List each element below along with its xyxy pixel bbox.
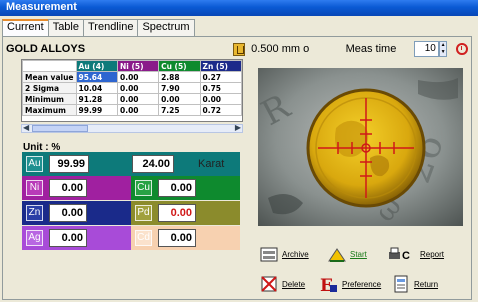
start-label: Start (350, 249, 367, 259)
archive-icon (260, 245, 278, 263)
tab-bar: Current Table Trendline Spectrum (2, 19, 195, 37)
table-cell[interactable]: 0.00 (158, 93, 201, 105)
table-cell[interactable]: 10.04 (75, 82, 119, 94)
printer-icon: C (388, 245, 416, 263)
preference-button[interactable]: E Preference (320, 273, 384, 296)
table-cell[interactable]: 0.00 (117, 71, 160, 83)
tab-trendline[interactable]: Trendline (82, 19, 139, 36)
element-cell-cu: Cu 0.00 (131, 176, 240, 200)
stats-corner (22, 60, 77, 72)
stats-horizontal-scrollbar[interactable]: ◀ ▶ (21, 123, 243, 133)
table-cell[interactable]: 0.00 (117, 82, 160, 94)
row-label: Maximum (22, 104, 77, 116)
element-value-ni: 0.00 (49, 179, 87, 197)
scroll-left-icon[interactable]: ◀ (23, 123, 29, 132)
element-cell-ag: Ag 0.00 (22, 226, 131, 250)
table-cell[interactable]: 0.00 (117, 104, 160, 116)
spin-down-icon[interactable]: ▼ (440, 49, 447, 56)
element-value-zn: 0.00 (49, 204, 87, 222)
stats-col-ni[interactable]: Ni (5) (117, 60, 160, 72)
scrollbar-thumb[interactable] (32, 125, 88, 132)
return-label: Return (414, 279, 439, 289)
svg-text:C: C (402, 250, 410, 262)
table-cell[interactable]: 0.00 (199, 93, 242, 105)
table-cell[interactable]: 95.64 (75, 71, 119, 83)
archive-button[interactable]: Archive (260, 243, 312, 265)
element-cell-ni: Ni 0.00 (22, 176, 131, 200)
element-symbol-cd: Cd (135, 230, 152, 246)
karat-value: 24.00 (132, 155, 174, 173)
delete-icon (260, 275, 278, 293)
element-grid: Au 99.99 24.00 Karat Ni 0.00 Cu 0.00 Zn … (22, 152, 240, 250)
alloy-name: GOLD ALLOYS (6, 43, 86, 55)
camera-image: R 26 ω (258, 68, 463, 226)
delete-button[interactable]: Delete (260, 273, 312, 295)
row-label: 2 Sigma (22, 82, 77, 94)
table-cell[interactable]: 99.99 (75, 104, 119, 116)
element-cell-au: Au 99.99 (22, 152, 125, 176)
meas-time-input[interactable]: 10 (413, 41, 439, 57)
return-icon (392, 275, 410, 293)
stats-col-zn[interactable]: Zn (5) (199, 60, 242, 72)
karat-cell: 24.00 Karat (125, 152, 240, 176)
element-cell-pd: Pd 0.00 (131, 201, 240, 225)
window-title: Measurement (0, 0, 478, 16)
element-cell-zn: Zn 0.00 (22, 201, 131, 225)
header-bar: GOLD ALLOYS 0.500 mm o Meas time 10 ▲ ▼ (6, 40, 468, 58)
tab-table[interactable]: Table (47, 19, 84, 36)
preference-label: Preference (342, 279, 382, 289)
table-cell[interactable]: 0.72 (199, 104, 242, 116)
report-button[interactable]: C Report (388, 243, 446, 265)
element-symbol-cu: Cu (135, 180, 152, 196)
delete-label: Delete (282, 279, 306, 289)
row-label: Minimum (22, 93, 77, 105)
element-value-cu: 0.00 (158, 179, 196, 197)
stats-col-cu[interactable]: Cu (5) (158, 60, 201, 72)
archive-label: Archive (282, 249, 309, 259)
stats-table: Au (4) Ni (5) Cu (5) Zn (5) Mean value 9… (21, 59, 243, 122)
stats-header-row: Au (4) Ni (5) Cu (5) Zn (5) (22, 60, 242, 72)
stats-col-au[interactable]: Au (4) (75, 60, 119, 72)
scroll-right-icon[interactable]: ▶ (235, 123, 241, 132)
tab-spectrum[interactable]: Spectrum (137, 19, 195, 36)
start-icon (328, 245, 346, 263)
table-row: Maximum 99.99 0.00 7.25 0.72 (22, 104, 242, 116)
clock-icon[interactable] (456, 43, 468, 55)
table-cell[interactable]: 0.00 (117, 93, 160, 105)
tab-current[interactable]: Current (2, 19, 49, 37)
element-symbol-pd: Pd (135, 205, 152, 221)
return-button[interactable]: Return (392, 273, 444, 295)
meas-time-spinner[interactable]: ▲ ▼ (438, 41, 448, 57)
filter-icon[interactable] (232, 42, 246, 56)
table-row: Minimum 91.28 0.00 0.00 0.00 (22, 93, 242, 105)
table-cell[interactable]: 0.75 (199, 82, 242, 94)
table-cell[interactable]: 7.90 (158, 82, 201, 94)
table-row: Mean value 95.64 0.00 2.88 0.27 (22, 71, 242, 83)
spin-up-icon[interactable]: ▲ (440, 42, 447, 49)
element-symbol-zn: Zn (26, 205, 43, 221)
element-symbol-ag: Ag (26, 230, 43, 246)
report-label: Report (420, 249, 445, 259)
karat-label: Karat (198, 158, 225, 170)
element-value-au: 99.99 (49, 155, 89, 173)
element-value-ag: 0.00 (49, 229, 87, 247)
start-button[interactable]: Start (328, 243, 380, 265)
table-row: 2 Sigma 10.04 0.00 7.90 0.75 (22, 82, 242, 94)
element-value-pd: 0.00 (158, 204, 196, 222)
element-symbol-ni: Ni (26, 180, 43, 196)
meas-time-label: Meas time (345, 43, 397, 55)
filter-value: 0.500 mm o (251, 43, 310, 55)
table-cell[interactable]: 2.88 (158, 71, 201, 83)
camera-view[interactable]: R 26 ω (258, 68, 463, 226)
table-cell[interactable]: 7.25 (158, 104, 201, 116)
element-value-cd: 0.00 (158, 229, 196, 247)
element-symbol-au: Au (26, 156, 43, 172)
preference-icon: E (320, 275, 338, 296)
table-cell[interactable]: 0.27 (199, 71, 242, 83)
table-cell[interactable]: 91.28 (75, 93, 119, 105)
element-cell-cd: Cd 0.00 (131, 226, 240, 250)
row-label: Mean value (22, 71, 77, 83)
